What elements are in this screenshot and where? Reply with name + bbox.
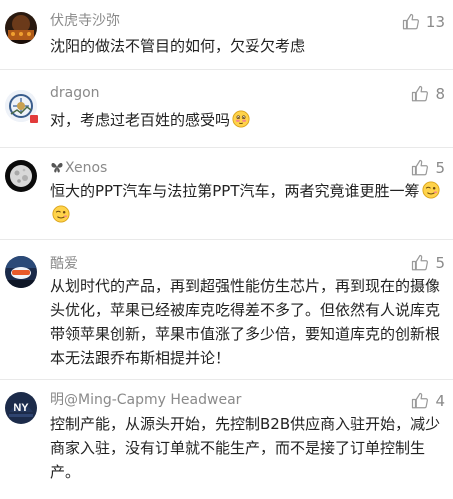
avatar-image bbox=[5, 256, 37, 288]
winking-face-icon bbox=[421, 181, 440, 199]
like-button[interactable]: 13 bbox=[402, 12, 445, 32]
username[interactable]: Xenos bbox=[50, 159, 107, 177]
comment-text: 沈阳的做法不管目的如何，欠妥欠考虑 bbox=[50, 37, 306, 55]
avatar[interactable] bbox=[5, 160, 37, 192]
comment-text-content: 恒大的PPT汽车与法拉第PPT汽车，两者究竟谁更胜一筹 bbox=[50, 182, 420, 200]
butterfly-icon bbox=[50, 160, 64, 174]
thumbs-up-icon bbox=[412, 254, 429, 271]
username[interactable]: dragon bbox=[50, 84, 100, 102]
avatar[interactable] bbox=[5, 12, 37, 44]
comment-item: dragon 8 对，考虑过老百姓的感受吗 bbox=[0, 70, 453, 148]
comment-item: NY 明@Ming-Capmy Headwear 4 控制产能，从源头开始，先控… bbox=[0, 380, 453, 499]
like-count: 5 bbox=[435, 159, 445, 177]
comment-text: 恒大的PPT汽车与法拉第PPT汽车，两者究竟谁更胜一筹 bbox=[50, 179, 448, 227]
like-button[interactable]: 5 bbox=[411, 253, 445, 273]
like-count: 13 bbox=[425, 13, 445, 31]
like-count: 5 bbox=[435, 254, 445, 272]
username[interactable]: 伏虎寺沙弥 bbox=[50, 12, 120, 30]
thumbs-up-icon bbox=[402, 13, 419, 30]
like-button[interactable]: 5 bbox=[411, 158, 445, 178]
comment-text-content: 对，考虑过老百姓的感受吗 bbox=[50, 111, 231, 129]
thumbs-up-icon bbox=[412, 392, 429, 409]
avatar[interactable] bbox=[5, 256, 37, 288]
thumbs-up-icon bbox=[412, 85, 429, 102]
like-count: 4 bbox=[435, 392, 445, 410]
blushing-face-icon bbox=[232, 110, 250, 128]
username[interactable]: 明@Ming-Capmy Headwear bbox=[50, 391, 241, 409]
comment-text: 对，考虑过老百姓的感受吗 bbox=[50, 108, 448, 132]
avatar-image bbox=[5, 160, 37, 192]
avatar-image: NY bbox=[5, 392, 37, 424]
avatar-image bbox=[5, 12, 37, 44]
avatar[interactable]: NY bbox=[5, 392, 37, 424]
svg-text:NY: NY bbox=[13, 402, 29, 414]
winking-face-icon bbox=[52, 205, 70, 223]
comment-text: 从划时代的产品，再到超强性能仿生芯片，再到现在的摄像头优化，苹果已经被库克吃得差… bbox=[50, 277, 441, 367]
thumbs-up-icon bbox=[412, 159, 429, 176]
comment-item: 酷爱 5 从划时代的产品，再到超强性能仿生芯片，再到现在的摄像头优化，苹果已经被… bbox=[0, 240, 453, 380]
comment-item: 伏虎寺沙弥 13 沈阳的做法不管目的如何，欠妥欠考虑 bbox=[0, 0, 453, 70]
comment-text: 控制产能，从源头开始，先控制B2B供应商入驻开始，减少商家入驻，没有订单就不能生… bbox=[50, 415, 441, 481]
username-text: Xenos bbox=[65, 160, 108, 176]
comment-feed: 伏虎寺沙弥 13 沈阳的做法不管目的如何，欠妥欠考虑 dragon 8 对，考虑… bbox=[0, 0, 453, 499]
comment-item: Xenos 5 恒大的PPT汽车与法拉第PPT汽车，两者究竟谁更胜一筹 bbox=[0, 148, 453, 240]
username[interactable]: 酷爱 bbox=[50, 255, 78, 273]
like-button[interactable]: 4 bbox=[411, 391, 445, 411]
like-count: 8 bbox=[435, 85, 445, 103]
like-button[interactable]: 8 bbox=[411, 84, 445, 104]
flag-badge bbox=[30, 115, 38, 123]
